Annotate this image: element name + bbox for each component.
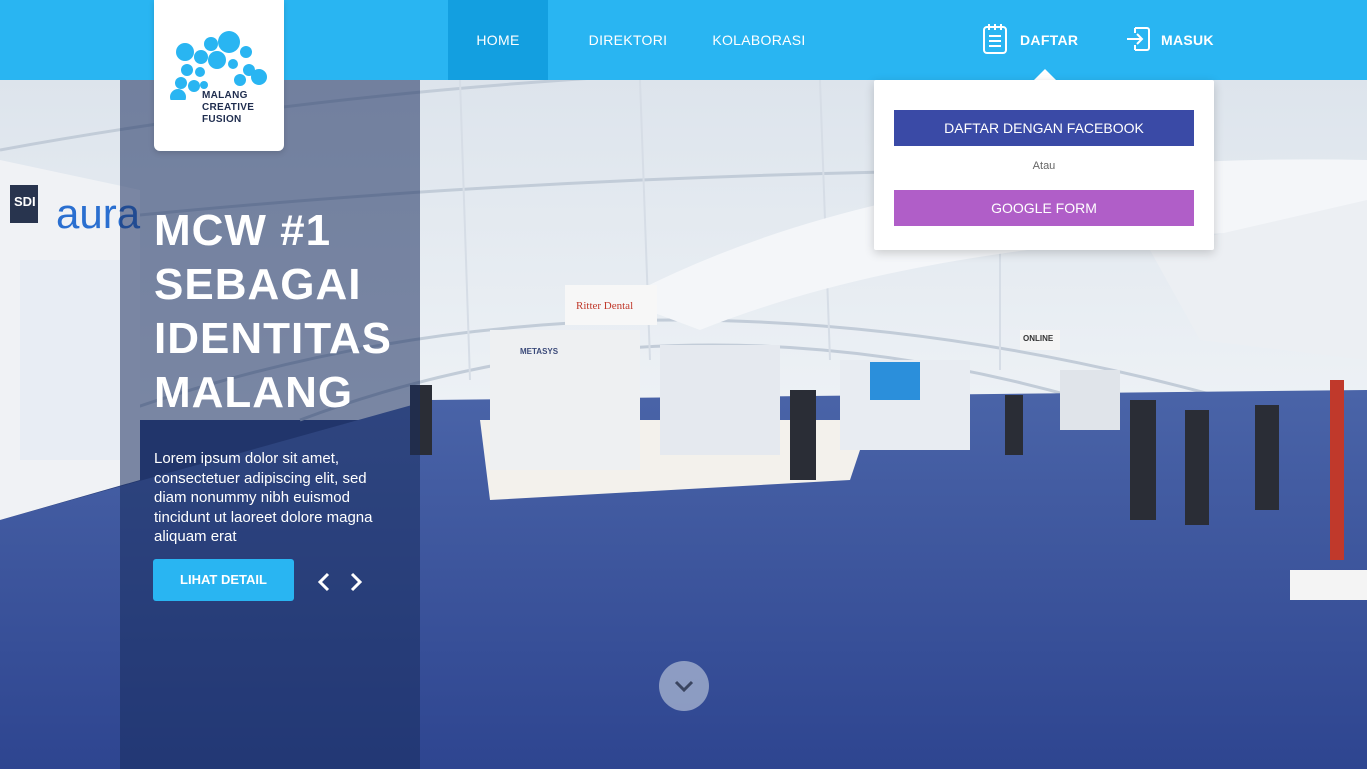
chevron-left-icon bbox=[317, 572, 330, 592]
site-logo[interactable]: MALANG CREATIVE FUSION bbox=[154, 0, 284, 151]
hero-overlay-panel bbox=[120, 80, 420, 769]
slide-next-button[interactable] bbox=[347, 571, 365, 593]
hero-title-line-2: SEBAGAI bbox=[154, 260, 362, 309]
sign-sdi: SDI bbox=[14, 194, 36, 209]
bubbles-logo-icon bbox=[170, 31, 267, 100]
sign-in-icon bbox=[1125, 25, 1151, 56]
slide-prev-button[interactable] bbox=[315, 571, 333, 593]
chevron-down-icon bbox=[674, 680, 694, 693]
sign-metasys: METASYS bbox=[520, 347, 559, 356]
daftar-label: DAFTAR bbox=[1020, 32, 1079, 48]
sign-ritter-dental: Ritter Dental bbox=[576, 300, 634, 312]
masuk-button[interactable]: MASUK bbox=[1125, 22, 1214, 58]
logo-line-1: MALANG bbox=[202, 90, 248, 101]
clipboard-list-icon bbox=[982, 23, 1008, 58]
masuk-label: MASUK bbox=[1161, 32, 1214, 48]
daftar-button[interactable]: DAFTAR bbox=[982, 22, 1078, 58]
hero-title-line-1: MCW #1 bbox=[154, 206, 332, 255]
google-form-button[interactable]: GOOGLE FORM bbox=[894, 190, 1194, 226]
hero-title: MCW #1 SEBAGAI IDENTITAS MALANG bbox=[154, 204, 414, 420]
logo-line-2: CREATIVE bbox=[202, 102, 255, 113]
nav-home[interactable]: HOME bbox=[448, 0, 548, 80]
scroll-down-button[interactable] bbox=[659, 661, 709, 711]
hero-description: Lorem ipsum dolor sit amet, consectetuer… bbox=[154, 450, 373, 545]
daftar-facebook-button[interactable]: DAFTAR DENGAN FACEBOOK bbox=[894, 110, 1194, 146]
hero-title-line-3: IDENTITAS bbox=[154, 314, 392, 363]
hero-title-line-4: MALANG bbox=[154, 368, 354, 417]
dropdown-caret bbox=[1034, 69, 1056, 80]
logo-line-3: FUSION bbox=[202, 114, 242, 125]
chevron-right-icon bbox=[350, 572, 363, 592]
or-separator: Atau bbox=[1032, 160, 1056, 172]
register-dropdown: DAFTAR DENGAN FACEBOOK Atau GOOGLE FORM bbox=[874, 80, 1214, 250]
logo-wordmark: MALANG CREATIVE FUSION bbox=[202, 90, 254, 126]
sign-online: ONLINE bbox=[1023, 334, 1054, 343]
nav-kolaborasi[interactable]: KOLABORASI bbox=[708, 0, 810, 80]
nav-direktori[interactable]: DIREKTORI bbox=[580, 0, 676, 80]
lihat-detail-button[interactable]: LIHAT DETAIL bbox=[153, 559, 294, 601]
